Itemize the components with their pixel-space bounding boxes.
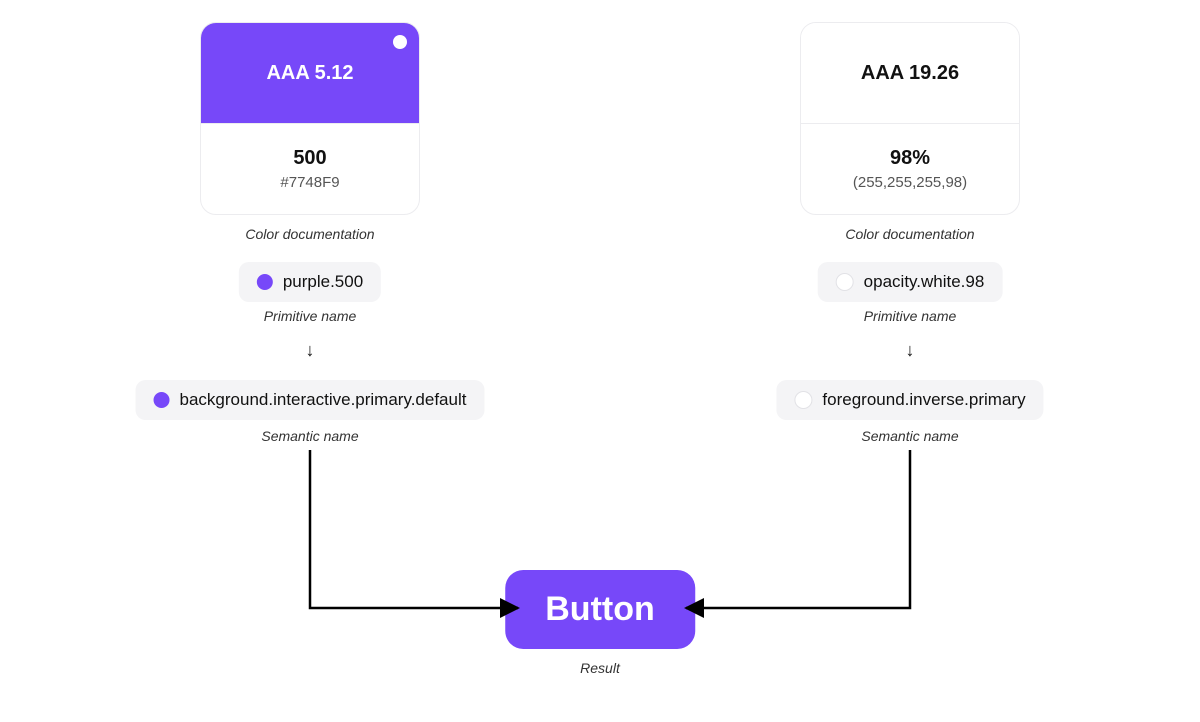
swatch-top-left: AAA 5.12 <box>201 23 419 124</box>
result-button-label: Button <box>545 590 655 628</box>
contrast-rating-left: AAA 5.12 <box>266 62 353 85</box>
result-caption: Result <box>580 660 620 676</box>
semantic-caption-right: Semantic name <box>861 428 958 444</box>
primitive-chip-left: purple.500 <box>239 262 381 302</box>
primitive-name-left: purple.500 <box>283 272 363 292</box>
semantic-caption-left: Semantic name <box>261 428 358 444</box>
opacity-label-right: 98% <box>890 147 930 170</box>
arrow-down-icon: ↓ <box>906 340 915 361</box>
color-dot-icon <box>257 274 273 290</box>
semantic-name-left: background.interactive.primary.default <box>180 390 467 410</box>
hex-label-left: #7748F9 <box>280 174 339 191</box>
primitive-caption-right: Primitive name <box>864 308 957 324</box>
result-button[interactable]: Button <box>505 570 695 649</box>
primitive-chip-right: opacity.white.98 <box>818 262 1003 302</box>
swatch-bottom-right: 98% (255,255,255,98) <box>801 124 1019 214</box>
color-dot-icon <box>154 392 170 408</box>
swatch-top-right: AAA 19.26 <box>801 23 1019 124</box>
primitive-caption-left: Primitive name <box>264 308 357 324</box>
doc-caption-left: Color documentation <box>245 226 374 242</box>
color-swatch-card-right: AAA 19.26 98% (255,255,255,98) <box>800 22 1020 215</box>
color-swatch-card-left: AAA 5.12 500 #7748F9 <box>200 22 420 215</box>
color-dot-icon <box>836 273 854 291</box>
rgba-label-right: (255,255,255,98) <box>853 174 967 191</box>
contrast-rating-right: AAA 19.26 <box>861 62 959 85</box>
color-dot-icon <box>794 391 812 409</box>
semantic-chip-left: background.interactive.primary.default <box>136 380 485 420</box>
arrow-down-icon: ↓ <box>306 340 315 361</box>
doc-caption-right: Color documentation <box>845 226 974 242</box>
shade-label-left: 500 <box>293 147 326 170</box>
primitive-name-right: opacity.white.98 <box>864 272 985 292</box>
corner-dot-icon <box>393 35 407 49</box>
semantic-name-right: foreground.inverse.primary <box>822 390 1025 410</box>
swatch-bottom-left: 500 #7748F9 <box>201 124 419 214</box>
semantic-chip-right: foreground.inverse.primary <box>776 380 1043 420</box>
